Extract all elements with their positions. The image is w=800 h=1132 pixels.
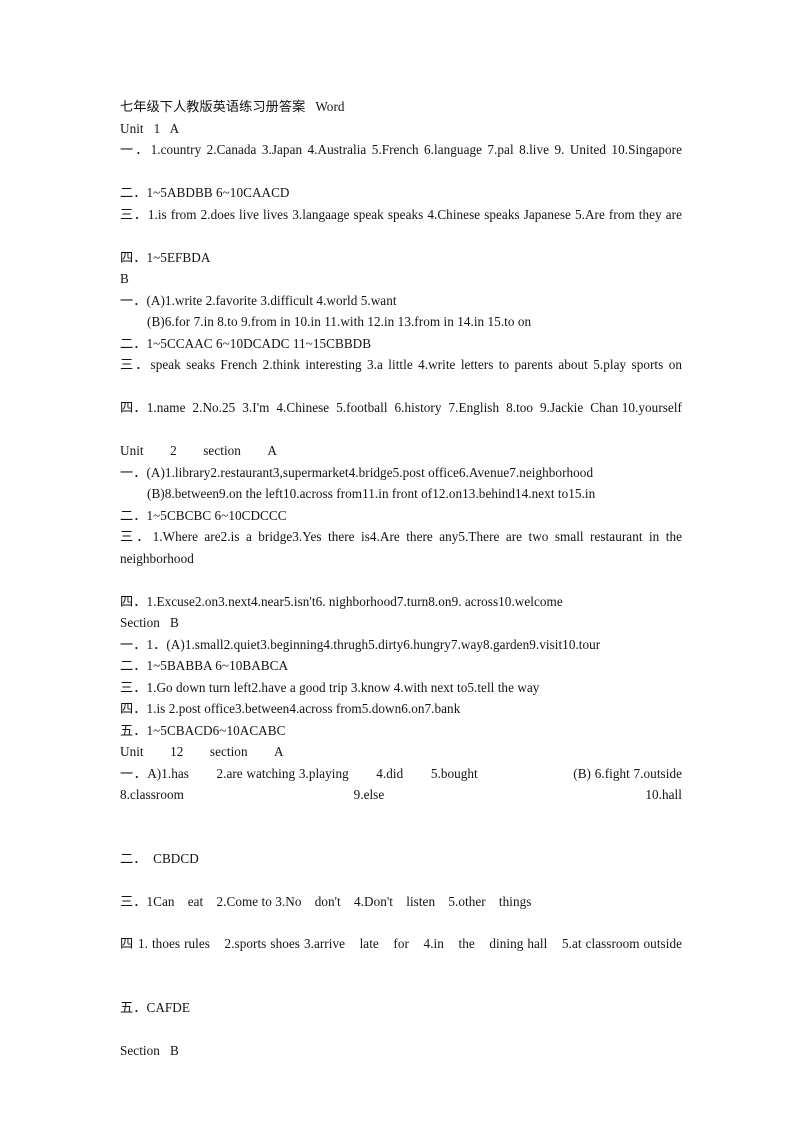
vertical-spacer (120, 912, 682, 933)
unit2-b-q2: 二．1~5BABBA 6~10BABCA (120, 658, 289, 673)
unit2-b-q3: 三．1.Go down turn left2.have a good trip … (120, 679, 540, 695)
unit2-a-q1a: 一．(A)1.library2.restaurant3,supermarket4… (120, 464, 594, 480)
unit2-b-q4: 四．1.is 2.post office3.between4.across fr… (120, 701, 461, 716)
unit1-b-heading: B (120, 271, 129, 286)
unit1-heading: Unit 1 A (120, 120, 180, 136)
unit1-b-q3: 三．speak seaks French 2.think interesting… (120, 357, 682, 372)
unit2-b-heading: Section B (120, 615, 179, 630)
unit12-a-q4: 四 1. thoes rules 2.sports shoes 3.arrive… (120, 936, 682, 951)
unit2-b-q1: 一．1．(A)1.small2.quiet3.beginning4.thrugh… (120, 636, 601, 652)
vertical-spacer (120, 976, 682, 997)
unit2-a-q2: 二．1~5CBCBC 6~10CDCCC (120, 507, 287, 523)
unit1-b-q1b: (B)6.for 7.in 8.to 9.from in 10.in 11.wi… (147, 314, 532, 329)
unit2-a-heading: Unit 2 section A (120, 443, 277, 458)
document-page: 七年级下人教版英语练习册答案 Word Unit 1 A 一．1.country 2… (0, 0, 800, 1132)
vertical-spacer (120, 827, 682, 848)
doc-title: 七年级下人教版英语练习册答案 Word (120, 99, 345, 114)
unit12-a-q3: 三．1Can eat 2.Come to 3.No don't 4.Don't … (120, 893, 532, 909)
unit1-a-q4: 四．1~5EFBDA (120, 249, 211, 265)
unit12-a-q2: 二． CBDCD (120, 851, 199, 866)
unit1-b-q2: 二．1~5CCAAC 6~10DCADC 11~15CBBDB (120, 335, 372, 351)
unit12-a-heading: Unit 12 section A (120, 744, 284, 759)
unit2-a-q4: 四．1.Excuse2.on3.next4.near5.isn't6. nigh… (120, 593, 563, 609)
unit2-a-q3: 三．1.Where are2.is a bridge3.Yes there is… (120, 529, 686, 566)
unit2-a-q1b: (B)8.between9.on the left10.across from1… (147, 486, 596, 501)
vertical-spacer (120, 1019, 682, 1040)
unit1-b-q4: 四．1.name 2.No.25 3.I'm 4.Chinese 5.footb… (120, 400, 682, 415)
unit1-b-q1a: 一．(A)1.write 2.favorite 3.difficult 4.wo… (120, 292, 397, 308)
vertical-spacer (120, 870, 682, 891)
unit12-a-q1: 一．A)1.has 2.are watching 3.playing 4.did… (120, 765, 686, 803)
unit1-a-q3: 三．1.is from 2.does live lives 3.langaage… (120, 206, 682, 222)
unit12-b-heading: Section B (120, 1042, 179, 1058)
unit12-a-q5: 五．CAFDE (120, 1000, 190, 1015)
unit2-b-q5: 五．1~5CBACD6~10ACABC (120, 722, 286, 738)
document-text-body: 七年级下人教版英语练习册答案 Word Unit 1 A 一．1.country 2… (120, 96, 682, 1061)
unit1-a-q1: 一．1.country 2.Canada 3.Japan 4.Australia… (120, 142, 682, 157)
unit1-a-q2: 二．1~5ABDBB 6~10CAACD (120, 185, 290, 200)
